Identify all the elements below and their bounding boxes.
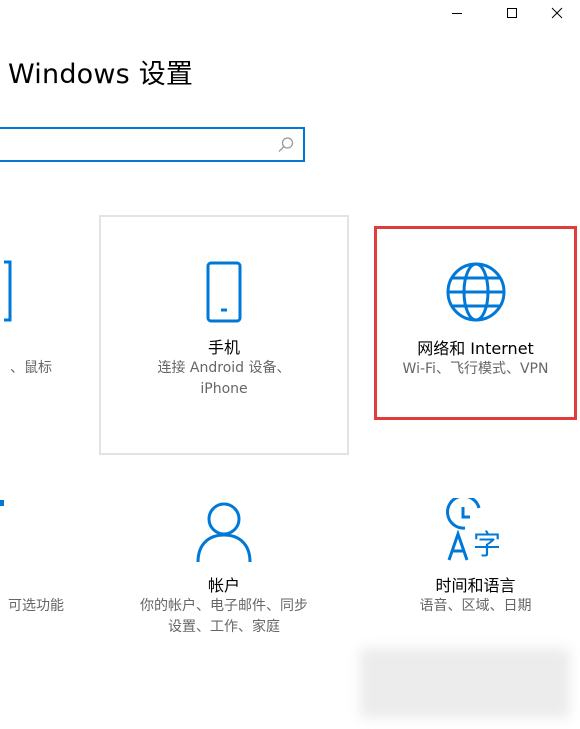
tile-network-title: 网络和 Internet <box>417 339 534 358</box>
globe-icon <box>446 262 505 322</box>
maximize-icon <box>507 8 517 18</box>
tile-accounts-desc: 你的帐户、电子邮件、同步 设置、工作、家庭 <box>140 598 308 635</box>
tile-apps-desc: 可选功能 <box>8 598 64 614</box>
phone-icon <box>206 261 242 323</box>
watermark-blur <box>360 648 570 718</box>
device-icon <box>4 260 12 322</box>
tile-phone-title: 手机 <box>207 338 240 357</box>
tile-phone-desc: 连接 Android 设备、 iPhone <box>157 360 291 397</box>
time-language-icon: 字 <box>445 498 501 561</box>
tile-network-internet[interactable]: 网络和 Internet Wi-Fi、飞行模式、VPN <box>374 226 577 420</box>
tile-devices-desc: 、鼠标 <box>10 360 52 376</box>
tile-time-language-title: 时间和语言 <box>435 576 516 595</box>
tile-time-language-desc: 语音、区域、日期 <box>419 598 532 614</box>
search-icon[interactable] <box>277 136 295 154</box>
tile-phone[interactable]: 手机 连接 Android 设备、 iPhone <box>99 215 349 455</box>
close-icon <box>551 7 563 19</box>
minimize-button[interactable] <box>434 0 480 26</box>
tile-network-desc: Wi-Fi、飞行模式、VPN <box>402 361 549 377</box>
search-box[interactable] <box>0 127 305 162</box>
svg-text:字: 字 <box>473 528 501 561</box>
tile-accounts-title: 帐户 <box>207 576 240 595</box>
close-button[interactable] <box>534 0 580 26</box>
tile-time-language[interactable]: 字 时间和语言 语音、区域、日期 <box>374 470 577 670</box>
tile-apps[interactable]: 可选功能 <box>0 470 80 670</box>
search-input[interactable] <box>6 129 270 161</box>
maximize-button[interactable] <box>489 0 535 26</box>
tile-accounts[interactable]: 帐户 你的帐户、电子邮件、同步 设置、工作、家庭 <box>99 470 349 670</box>
person-icon <box>196 502 252 563</box>
apps-icon <box>0 500 4 506</box>
tile-devices[interactable]: 、鼠标 <box>0 216 70 456</box>
page-title: Windows 设置 <box>8 59 194 90</box>
minimize-icon <box>452 13 462 14</box>
